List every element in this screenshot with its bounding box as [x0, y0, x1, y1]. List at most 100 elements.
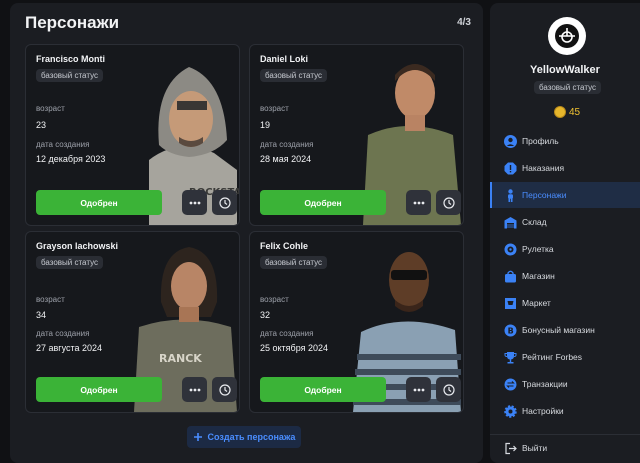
create-character-button[interactable]: Создать персонажа [187, 426, 301, 448]
age-value: 19 [260, 120, 271, 130]
nav-label: Транзакции [522, 379, 568, 389]
more-icon [413, 201, 424, 204]
bonus-icon: B [504, 324, 517, 336]
status-badge: базовый статус [36, 256, 103, 269]
created-value: 25 октября 2024 [260, 343, 329, 353]
history-button[interactable] [436, 190, 461, 215]
character-counter: 4/3 [457, 17, 471, 28]
warehouse-icon [504, 216, 517, 228]
trophy-icon [504, 351, 517, 363]
nav-label: Рейтинг Forbes [522, 352, 583, 362]
more-button[interactable] [406, 190, 431, 215]
character-name: Grayson lachowski [36, 241, 119, 251]
age-value: 23 [36, 120, 47, 130]
nav-label: Рулетка [522, 244, 554, 254]
created-value: 12 декабря 2023 [36, 154, 106, 164]
character-card: Felix Cohle базовый статус возраст 32 да… [249, 231, 464, 413]
characters-panel: Персонажи 4/3 ROCKSTAR Francisco Monti б… [10, 3, 483, 463]
approved-button[interactable]: Одобрен [36, 190, 162, 215]
coin-balance: 45 [554, 106, 580, 118]
age-value: 34 [36, 310, 47, 320]
nav-label: Профиль [522, 136, 559, 146]
clock-icon [442, 383, 455, 396]
nav-label: Наказания [522, 163, 565, 173]
age-label: возраст [36, 104, 65, 113]
history-button[interactable] [212, 190, 237, 215]
more-button[interactable] [406, 377, 431, 402]
clock-icon [442, 196, 455, 209]
character-card: RANCK Grayson lachowski базовый статус в… [25, 231, 240, 413]
page-title: Персонажи [25, 13, 120, 32]
nav-item-warehouse[interactable]: Склад [490, 209, 640, 235]
character-card: Daniel Loki базовый статус возраст 19 да… [249, 44, 464, 226]
more-button[interactable] [182, 190, 207, 215]
status-badge: базовый статус [260, 69, 327, 82]
shop-icon [505, 270, 516, 282]
nav-label: Маркет [522, 298, 551, 308]
nav-item-roulette[interactable]: Рулетка [490, 236, 640, 262]
avatar-logo-icon [555, 24, 579, 48]
gear-icon [504, 404, 517, 418]
clock-icon [218, 383, 231, 396]
clock-icon [218, 196, 231, 209]
created-value: 28 мая 2024 [260, 154, 312, 164]
nav-item-shop[interactable]: Магазин [490, 263, 640, 289]
person-icon [508, 188, 513, 202]
created-label: дата создания [36, 140, 90, 149]
status-badge: базовый статус [36, 69, 103, 82]
created-label: дата создания [260, 329, 314, 338]
coin-amount: 45 [569, 106, 581, 118]
nav-item-bonus-shop[interactable]: B Бонусный магазин [490, 317, 640, 343]
roulette-icon [504, 243, 517, 255]
nav-item-punishments[interactable]: Наказания [490, 155, 640, 181]
age-label: возраст [36, 295, 65, 304]
nav-label: Бонусный магазин [522, 325, 595, 335]
coin-icon [554, 106, 566, 118]
warning-icon [504, 162, 517, 174]
created-label: дата создания [260, 140, 314, 149]
user-icon [504, 134, 517, 148]
nav-item-characters[interactable]: Персонажи [490, 182, 640, 208]
character-card: ROCKSTAR Francisco Monti базовый статус … [25, 44, 240, 226]
svg-text:B: B [508, 326, 514, 335]
more-icon [413, 388, 424, 391]
approved-button[interactable]: Одобрен [36, 377, 162, 402]
more-button[interactable] [182, 377, 207, 402]
logout-button[interactable]: Выйти [490, 435, 640, 461]
transactions-icon [504, 378, 517, 390]
user-status-badge: базовый статус [534, 81, 601, 94]
nav-item-settings[interactable]: Настройки [490, 398, 640, 424]
created-value: 27 августа 2024 [36, 343, 103, 353]
created-label: дата создания [36, 329, 90, 338]
nav-item-profile[interactable]: Профиль [490, 128, 640, 154]
nav-label: Настройки [522, 406, 564, 416]
nav-label: Склад [522, 217, 547, 227]
nav-label: Персонажи [522, 190, 567, 200]
logout-icon [505, 442, 517, 454]
age-label: возраст [260, 295, 289, 304]
age-value: 32 [260, 310, 271, 320]
more-icon [189, 201, 200, 204]
approved-button[interactable]: Одобрен [260, 190, 386, 215]
nav-item-market[interactable]: Маркет [490, 290, 640, 316]
character-name: Francisco Monti [36, 54, 106, 64]
logout-label: Выйти [522, 443, 548, 453]
avatar[interactable] [548, 17, 586, 55]
market-icon [505, 297, 516, 309]
shirt-print: RANCK [159, 352, 202, 365]
nav-item-transactions[interactable]: Транзакции [490, 371, 640, 397]
nav-item-forbes-rating[interactable]: Рейтинг Forbes [490, 344, 640, 370]
create-character-label: Создать персонажа [207, 432, 296, 442]
username: YellowWalker [530, 64, 600, 76]
more-icon [189, 388, 200, 391]
status-badge: базовый статус [260, 256, 327, 269]
character-name: Felix Cohle [260, 241, 309, 251]
history-button[interactable] [212, 377, 237, 402]
plus-icon [193, 433, 202, 441]
sidebar: YellowWalker базовый статус 45 Профиль Н… [490, 3, 640, 463]
age-label: возраст [260, 104, 289, 113]
history-button[interactable] [436, 377, 461, 402]
approved-button[interactable]: Одобрен [260, 377, 386, 402]
nav-label: Магазин [522, 271, 555, 281]
character-name: Daniel Loki [260, 54, 309, 64]
